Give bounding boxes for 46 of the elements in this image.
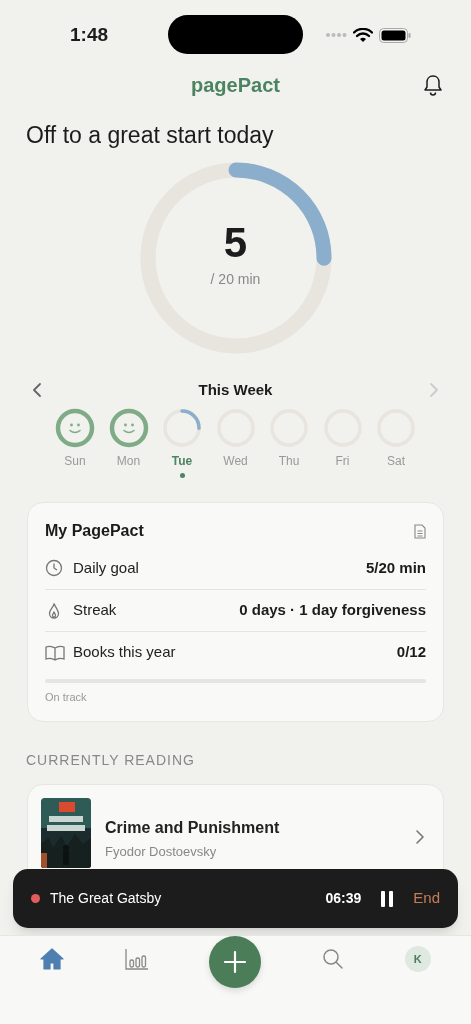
- day-label[interactable]: Tue: [171, 452, 193, 470]
- smiley-ring-icon[interactable]: [55, 408, 95, 448]
- row-label: Daily goal: [73, 557, 139, 578]
- row-value: 0/12: [396, 642, 426, 663]
- search-icon[interactable]: [322, 948, 345, 970]
- section-title: CURRENTLY READING: [25, 751, 196, 770]
- greeting-heading: Off to a great start today: [25, 121, 275, 150]
- row-label: Streak: [73, 600, 117, 621]
- day-label[interactable]: Fri: [335, 452, 350, 470]
- minutes-value: 5: [223, 220, 248, 265]
- row-value: 5/20 min: [365, 557, 426, 578]
- day-ring[interactable]: [162, 408, 202, 448]
- day-label[interactable]: Thu: [278, 452, 300, 470]
- book-icon: [45, 643, 65, 662]
- status-time: 1:48: [70, 22, 110, 47]
- day-label[interactable]: Wed: [223, 452, 248, 470]
- previous-week-icon[interactable]: [30, 382, 44, 398]
- app-title: pagePact: [191, 73, 280, 98]
- book-author: Fyodor Dostoevsky: [105, 843, 218, 861]
- signal-icon: [325, 32, 347, 38]
- book-title: Crime and Punishment: [105, 818, 280, 838]
- wifi-icon: [353, 27, 373, 43]
- day-label[interactable]: Sat: [387, 452, 405, 470]
- add-button[interactable]: [209, 936, 262, 988]
- goal-label: / 20 min: [210, 269, 261, 289]
- row-value: 0 days · 1 day forgiveness: [239, 600, 426, 621]
- clock-icon: [45, 559, 63, 577]
- document-icon[interactable]: [414, 523, 426, 539]
- battery-icon: [379, 27, 411, 43]
- now-playing-toast[interactable]: The Great Gatsby 06:39 End: [13, 869, 458, 928]
- status-caption: On track: [45, 690, 88, 705]
- card-title: My PagePact: [45, 521, 144, 541]
- pause-icon[interactable]: [381, 890, 394, 907]
- home-icon[interactable]: [40, 948, 65, 970]
- bar-chart-icon[interactable]: [124, 948, 149, 970]
- end-button[interactable]: End: [413, 887, 440, 910]
- week-title: This Week: [198, 379, 273, 400]
- day-label[interactable]: Sun: [64, 452, 86, 470]
- playing-title: The Great Gatsby: [50, 889, 162, 908]
- row-label: Books this year: [73, 642, 176, 663]
- day-label[interactable]: Mon: [116, 452, 141, 470]
- profile-avatar[interactable]: K: [404, 946, 431, 972]
- elapsed-time: 06:39: [325, 889, 362, 908]
- notification-bell-icon[interactable]: [423, 74, 443, 96]
- smiley-ring-icon[interactable]: [108, 408, 149, 448]
- chevron-right-icon: [415, 829, 425, 845]
